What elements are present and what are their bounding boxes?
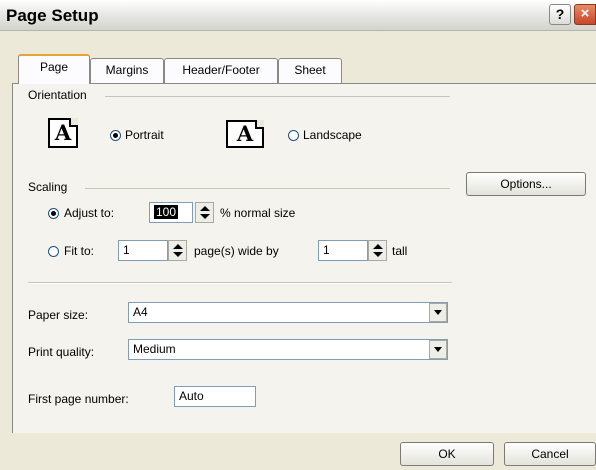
adjust-percent-value: 100 xyxy=(154,205,179,219)
portrait-label[interactable]: Portrait xyxy=(125,128,164,142)
paper-size-select[interactable]: A4 xyxy=(128,302,448,323)
adjust-to-label[interactable]: Adjust to: xyxy=(64,206,114,220)
section-divider xyxy=(28,282,452,284)
tab-sheet[interactable]: Sheet xyxy=(278,58,342,83)
fit-to-label[interactable]: Fit to: xyxy=(64,244,94,258)
tab-header-footer[interactable]: Header/Footer xyxy=(164,58,278,83)
first-page-number-label: First page number: xyxy=(28,392,129,406)
dialog-title: Page Setup xyxy=(6,6,99,25)
adjust-to-radio[interactable] xyxy=(48,208,59,219)
first-page-number-field[interactable]: Auto xyxy=(174,386,256,407)
close-button[interactable]: × xyxy=(574,4,596,25)
cancel-button[interactable]: Cancel xyxy=(504,442,596,466)
fit-wide-field[interactable]: 1 xyxy=(118,240,168,261)
paper-size-label: Paper size: xyxy=(28,308,89,322)
print-quality-dropdown-arrow[interactable] xyxy=(429,340,447,359)
help-button[interactable]: ? xyxy=(549,4,571,25)
print-quality-select[interactable]: Medium xyxy=(128,339,448,360)
paper-size-value: A4 xyxy=(133,305,148,319)
portrait-radio[interactable] xyxy=(110,130,121,141)
paper-size-dropdown-arrow[interactable] xyxy=(429,303,447,322)
scaling-divider xyxy=(85,188,450,189)
tab-page[interactable]: Page xyxy=(18,54,90,84)
orientation-group-label: Orientation xyxy=(28,88,87,102)
adjust-percent-spinner[interactable] xyxy=(195,202,214,223)
print-quality-value: Medium xyxy=(133,342,176,356)
title-bar[interactable]: Page Setup ? × xyxy=(0,0,596,31)
adjust-suffix-label: % normal size xyxy=(220,206,296,220)
tab-margins[interactable]: Margins xyxy=(90,58,164,83)
landscape-radio[interactable] xyxy=(288,130,299,141)
adjust-percent-field[interactable]: 100 xyxy=(149,202,193,223)
print-quality-label: Print quality: xyxy=(28,345,95,359)
fit-wide-suffix-label: page(s) wide by xyxy=(194,244,279,258)
options-button[interactable]: Options... xyxy=(466,172,586,196)
scaling-group-label: Scaling xyxy=(28,180,68,194)
fit-tall-spinner[interactable] xyxy=(368,240,387,261)
landscape-icon: A xyxy=(226,120,264,148)
landscape-label[interactable]: Landscape xyxy=(303,128,362,142)
fit-to-radio[interactable] xyxy=(48,246,59,257)
fit-wide-spinner[interactable] xyxy=(168,240,187,261)
fit-tall-suffix-label: tall xyxy=(392,244,408,258)
fit-tall-field[interactable]: 1 xyxy=(318,240,368,261)
portrait-icon: A xyxy=(48,118,78,148)
ok-button[interactable]: OK xyxy=(400,442,494,466)
orientation-divider xyxy=(105,96,450,97)
